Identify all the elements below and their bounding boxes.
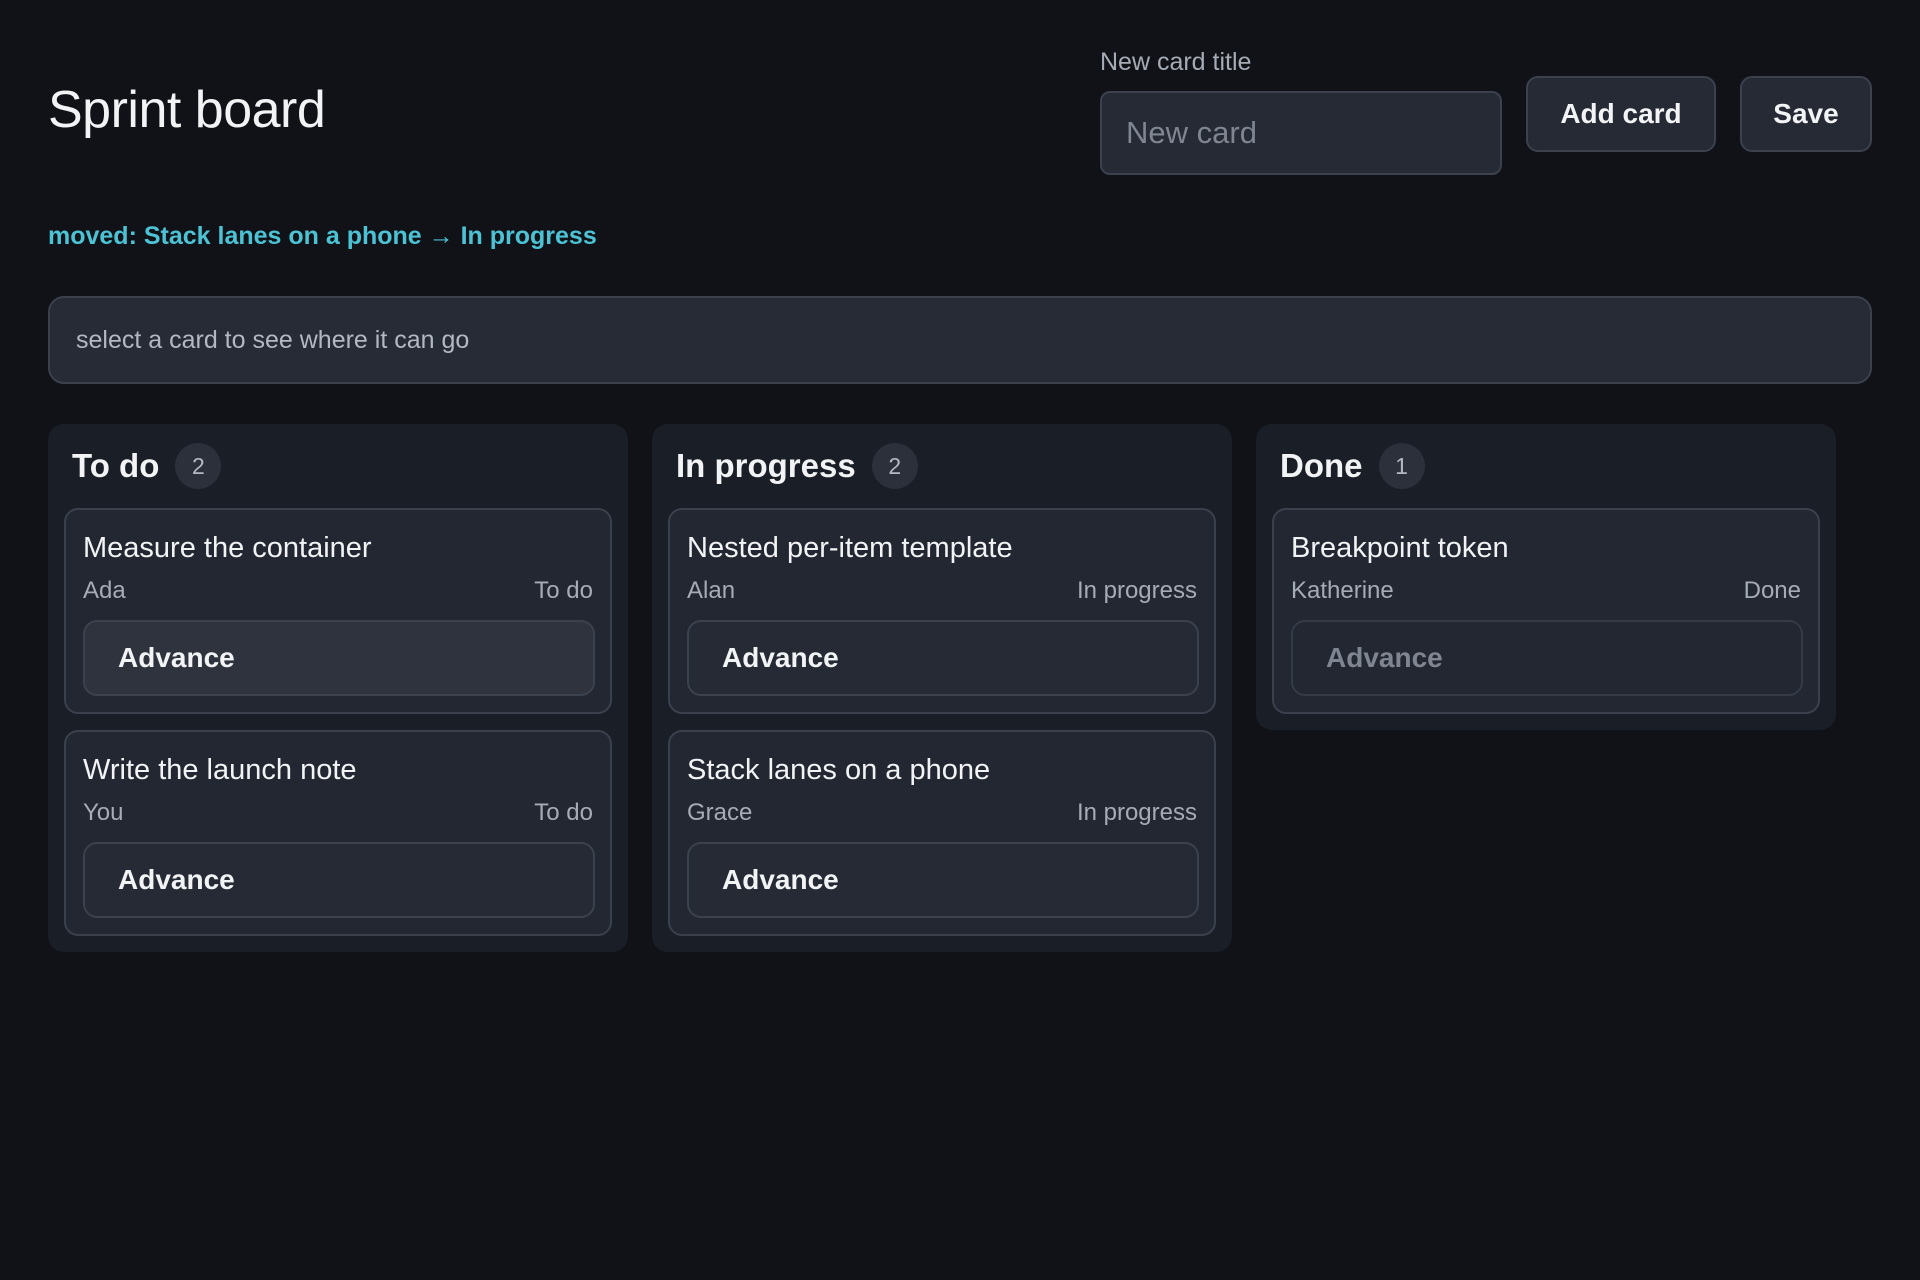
card-title: Nested per-item template [687,532,1013,564]
add-card-button[interactable]: Add card [1526,76,1716,152]
sprint-board-page: Sprint board New card title Add card Sav… [0,0,1920,1280]
lane-header: In progress 2 [668,424,1216,508]
card-assignee: You [83,799,124,826]
lane-in-progress: In progress 2 Nested per-item template A… [652,424,1232,952]
card[interactable]: Stack lanes on a phone Grace In progress… [668,730,1216,936]
card-stage: Done [1743,577,1801,604]
new-card-field: New card title [1100,48,1502,175]
card-title: Breakpoint token [1291,532,1509,564]
card-stage: In progress [1076,577,1197,604]
lane-count-badge: 1 [1378,443,1425,489]
card-stage: In progress [1076,799,1197,826]
card-meta: Alan In progress [687,576,1197,606]
card-meta: Katherine Done [1291,576,1801,606]
card-meta: You To do [83,798,593,828]
new-card-label: New card title [1100,48,1252,76]
lane-count-badge: 2 [871,443,918,489]
lane-title: In progress [676,447,856,484]
advance-button-disabled: Advance [1291,620,1803,696]
card[interactable]: Write the launch note You To do Advance [64,730,612,936]
advance-button[interactable]: Advance [83,620,595,696]
card[interactable]: Measure the container Ada To do Advance [64,508,612,714]
card-assignee: Katherine [1291,577,1394,604]
card-meta: Ada To do [83,576,593,606]
card-title: Stack lanes on a phone [687,754,991,786]
advance-button[interactable]: Advance [83,842,595,918]
move-hint-bar: select a card to see where it can go [48,296,1872,384]
lane-title: Done [1280,447,1363,484]
page-title: Sprint board [48,81,326,139]
lane-title: To do [72,447,160,484]
lane-to-do: To do 2 Measure the container Ada To do … [48,424,628,952]
advance-button[interactable]: Advance [687,842,1199,918]
save-button[interactable]: Save [1740,76,1872,152]
card[interactable]: Breakpoint token Katherine Done Advance [1272,508,1820,714]
card-stage: To do [534,799,593,826]
lane-header: Done 1 [1272,424,1820,508]
lane-header: To do 2 [64,424,612,508]
lane-done: Done 1 Breakpoint token Katherine Done A… [1256,424,1836,730]
card-assignee: Ada [83,577,126,604]
card-meta: Grace In progress [687,798,1197,828]
lane-count-badge: 2 [175,443,222,489]
card-assignee: Grace [687,799,753,826]
status-message: moved: Stack lanes on a phone → In progr… [48,222,597,250]
card-title: Write the launch note [83,754,357,786]
card-title: Measure the container [83,532,372,564]
card-assignee: Alan [687,577,736,604]
card-stage: To do [534,577,593,604]
move-hint-text: select a card to see where it can go [76,325,470,354]
advance-button[interactable]: Advance [687,620,1199,696]
card[interactable]: Nested per-item template Alan In progres… [668,508,1216,714]
new-card-title-input[interactable] [1100,91,1502,175]
